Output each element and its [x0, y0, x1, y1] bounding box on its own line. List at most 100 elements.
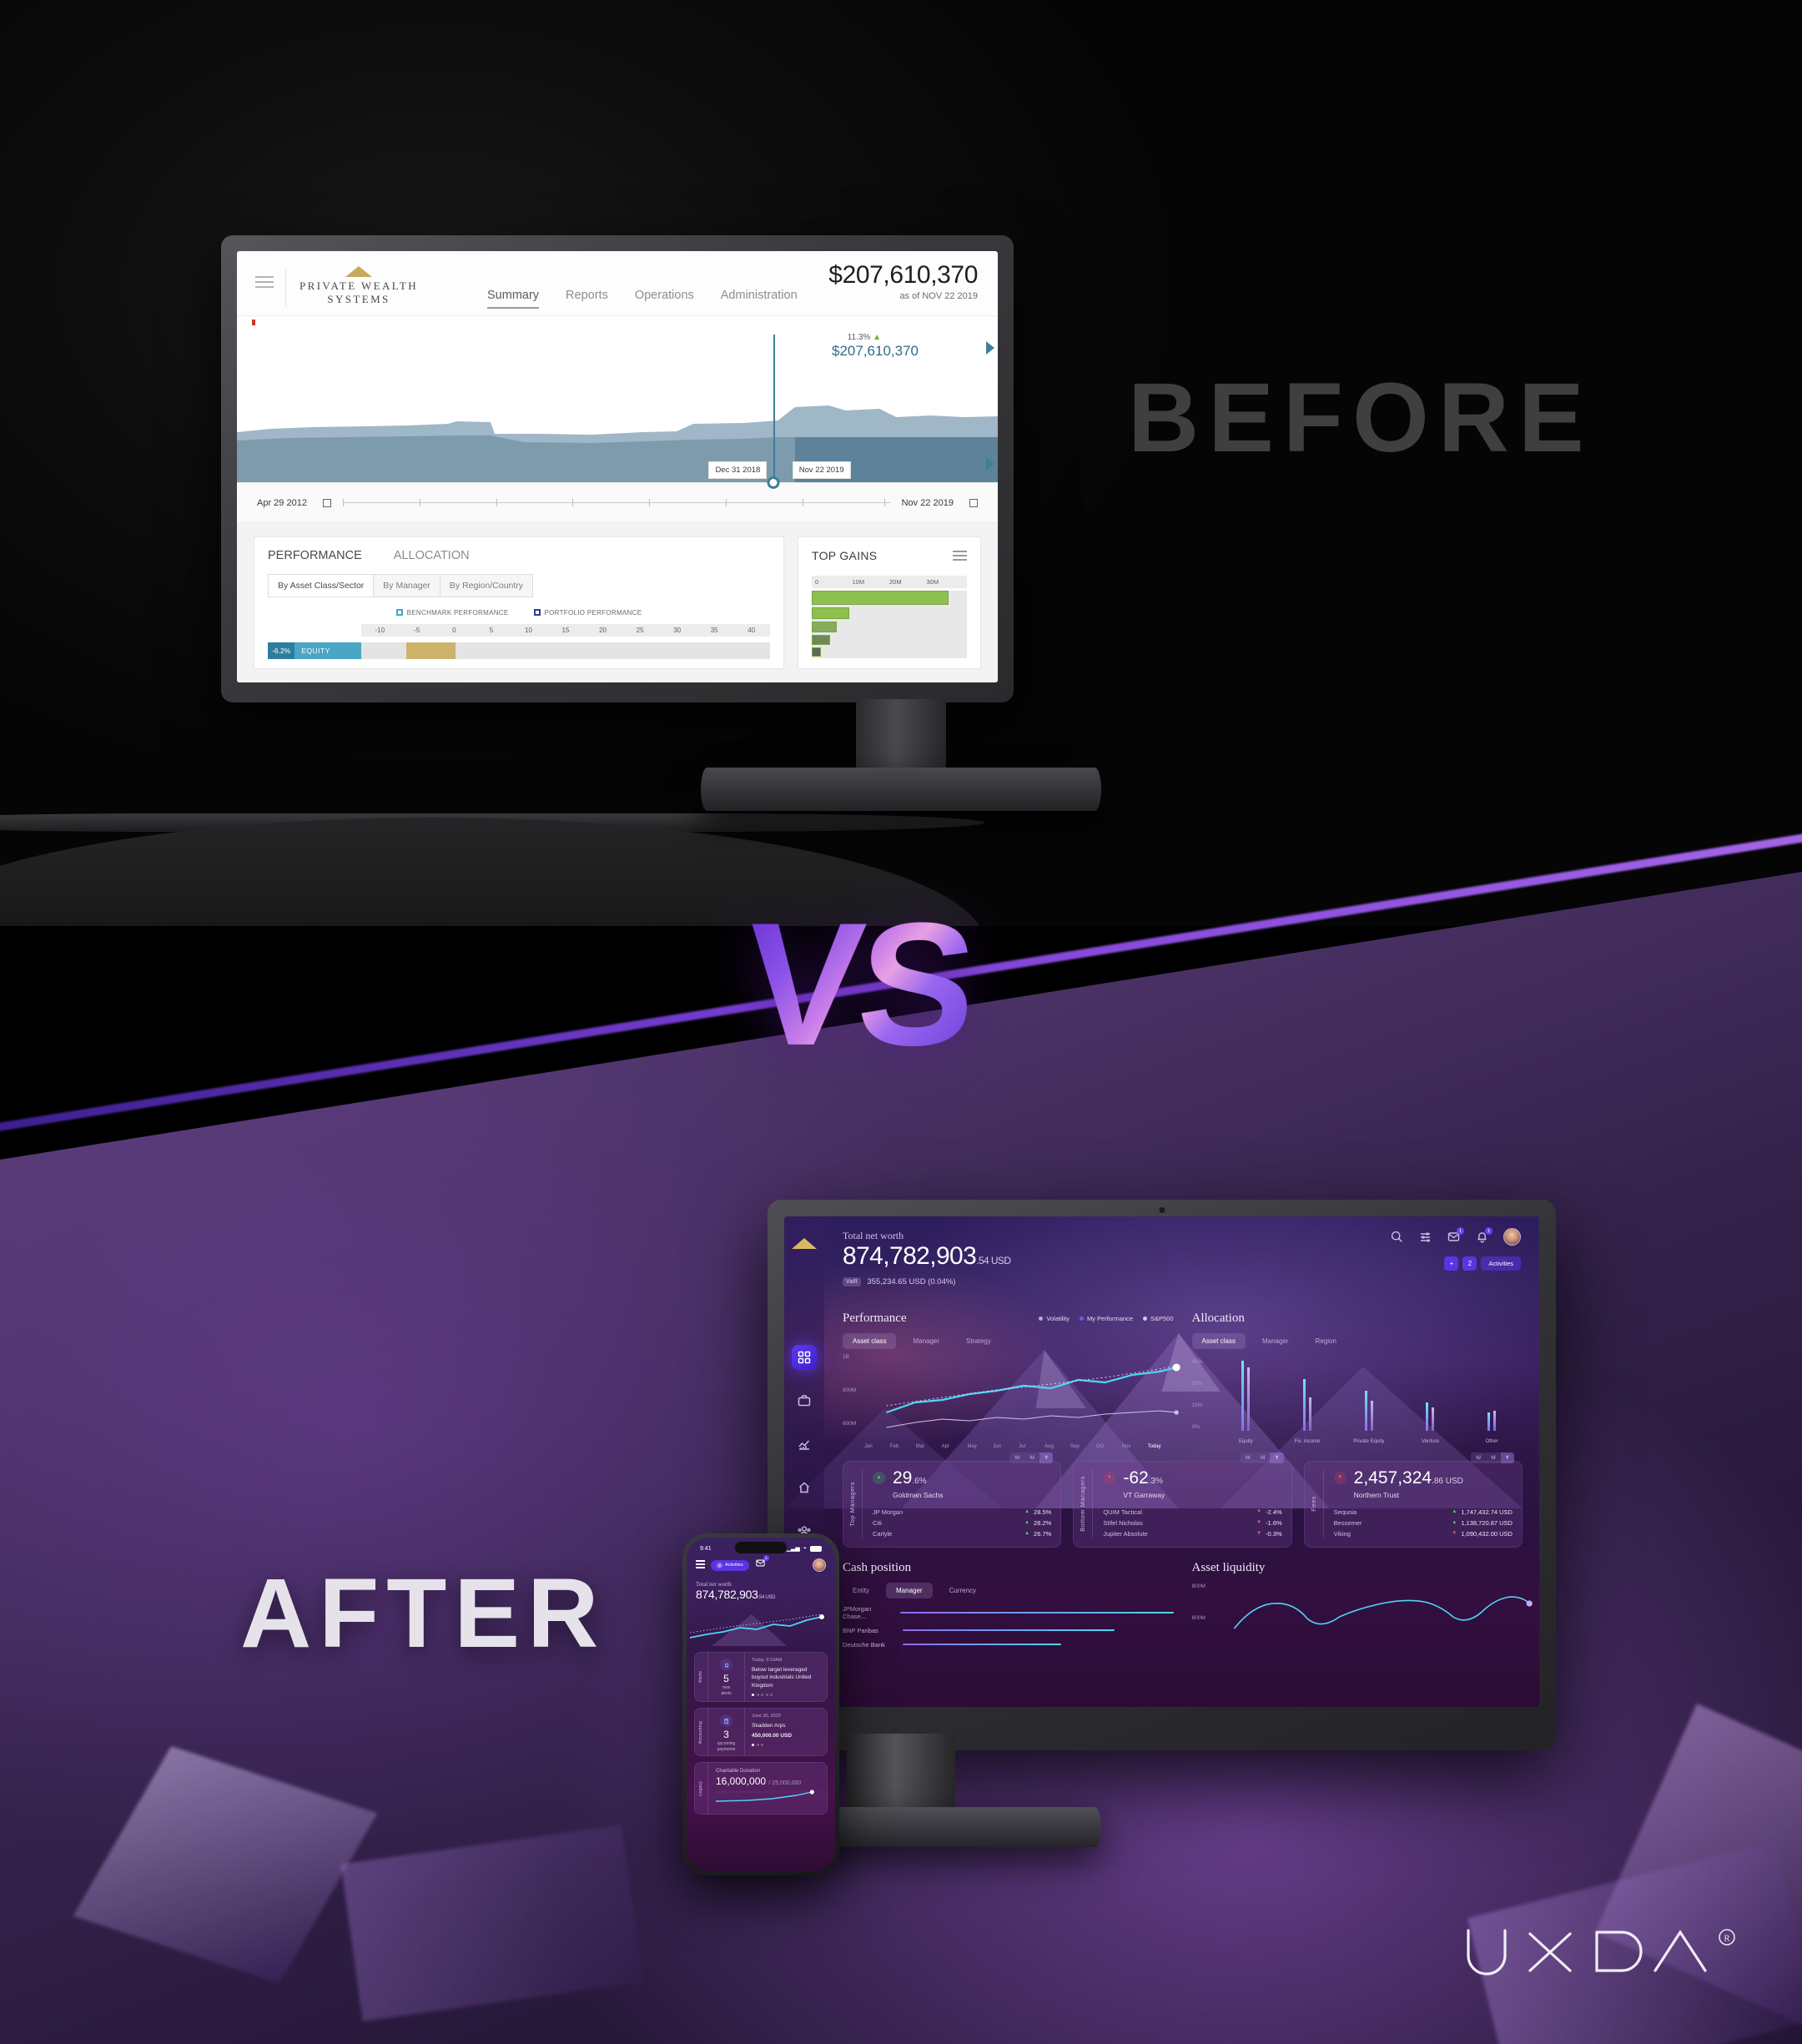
tab-cash-manager[interactable]: Manager: [886, 1582, 933, 1598]
tab-asset-class[interactable]: Asset class: [843, 1332, 897, 1349]
range-w[interactable]: W: [1240, 1452, 1256, 1463]
legend-sp500[interactable]: S&P500: [1142, 1315, 1174, 1322]
sidebar-item-analytics[interactable]: [792, 1432, 817, 1457]
fees-card[interactable]: W M Y Fees ▼ 2,457,324.86 USD Northern T…: [1303, 1452, 1523, 1548]
tab-strategy[interactable]: Strategy: [956, 1333, 1001, 1349]
range-m[interactable]: M: [1024, 1452, 1039, 1463]
legend-volatility[interactable]: Volatility: [1039, 1315, 1070, 1322]
list-item[interactable]: Viking ▼ 1,090,432.00 USD: [1334, 1528, 1513, 1539]
seg-by-asset-class[interactable]: By Asset Class/Sector: [269, 575, 375, 597]
chevron-up-gold-icon[interactable]: [792, 1238, 817, 1249]
phone-performance-chart[interactable]: [687, 1603, 835, 1646]
allocation-x-axis: Equity Fix. income Private Equity Ventur…: [1239, 1438, 1498, 1444]
tab-alloc-region[interactable]: Region: [1306, 1333, 1346, 1349]
list-item[interactable]: BNP Paribas: [843, 1627, 1174, 1634]
list-item[interactable]: Deutsche Bank: [843, 1641, 1174, 1649]
seg-by-manager[interactable]: By Manager: [374, 575, 440, 597]
mail-icon[interactable]: 1: [755, 1555, 769, 1573]
filter-icon[interactable]: [1418, 1230, 1432, 1244]
list-item[interactable]: JPMorgan Chase...: [843, 1605, 1174, 1620]
legend-benchmark[interactable]: BENCHMARK PERFORMANCE: [395, 609, 509, 617]
sidebar-item-dashboard[interactable]: [792, 1345, 817, 1370]
list-item[interactable]: [812, 622, 837, 632]
nav-summary[interactable]: Summary: [487, 289, 540, 309]
list-item[interactable]: [812, 635, 831, 645]
trend-up-icon: ▲: [1452, 1509, 1457, 1514]
accounting-card[interactable]: Accounting 3 upcoming payments June 30, …: [694, 1708, 828, 1757]
add-button[interactable]: +: [1444, 1256, 1459, 1271]
tab-alloc-manager[interactable]: Manager: [1252, 1333, 1299, 1349]
tab-entity[interactable]: Entity: [843, 1583, 879, 1598]
tab-currency[interactable]: Currency: [939, 1583, 986, 1598]
legacy-card[interactable]: Legacy Charitable Donation 16,000,000 / …: [694, 1762, 828, 1815]
calendar-icon-2[interactable]: [969, 498, 978, 507]
hamburger-icon[interactable]: [255, 276, 274, 291]
top-managers-card[interactable]: W M Y Top Managers ▲ 29.6% Goldman Sachs: [843, 1452, 1062, 1548]
tab-allocation[interactable]: ALLOCATION: [394, 549, 470, 562]
mail-icon[interactable]: 1: [1447, 1227, 1464, 1244]
manager-cards-row: W M Y Top Managers ▲ 29.6% Goldman Sachs: [843, 1452, 1523, 1548]
avatar[interactable]: [1503, 1228, 1521, 1246]
chart-cursor-handle[interactable]: [767, 476, 780, 489]
activities-button[interactable]: 2 Activities: [711, 1559, 749, 1571]
seg-by-region[interactable]: By Region/Country: [440, 575, 533, 597]
range-w[interactable]: W: [1471, 1452, 1487, 1463]
list-item[interactable]: QUIM Tactical ▼ -2.4%: [1103, 1507, 1281, 1518]
list-item[interactable]: Bessemer ▲ 1,138,720.87 USD: [1334, 1518, 1513, 1528]
pagination-dots[interactable]: [752, 1694, 821, 1697]
list-item[interactable]: Jupiter Absolute ▼ -0.3%: [1103, 1528, 1281, 1539]
list-item[interactable]: [812, 591, 949, 605]
nav-operations[interactable]: Operations: [635, 289, 694, 309]
list-item[interactable]: Stifel Nicholas ▼ -1.6%: [1103, 1518, 1281, 1528]
range-m[interactable]: M: [1255, 1452, 1271, 1463]
range-y[interactable]: Y: [1270, 1452, 1284, 1463]
hamburger-icon[interactable]: [953, 551, 967, 563]
range-m[interactable]: M: [1486, 1452, 1501, 1463]
range-end-label[interactable]: Nov 22 2019: [902, 498, 954, 508]
legend-my-performance[interactable]: My Performance: [1079, 1315, 1133, 1322]
notification-icon[interactable]: 1: [1475, 1227, 1492, 1244]
activities-count-badge[interactable]: 2: [1462, 1256, 1477, 1271]
asset-liquidity-chart[interactable]: 800M 600M: [1192, 1582, 1533, 1634]
range-start-label[interactable]: Apr 29 2012: [257, 498, 307, 508]
activities-row: + 2 Activities: [1444, 1256, 1521, 1271]
nav-reports[interactable]: Reports: [566, 289, 608, 309]
list-item[interactable]: Carlyle ▲ 26.7%: [873, 1528, 1051, 1539]
chart-scroll-right-icon-2[interactable]: [986, 457, 994, 471]
tab-manager[interactable]: Manager: [903, 1333, 949, 1349]
pagination-dots[interactable]: [752, 1744, 821, 1747]
allocation-chart[interactable]: 45% 30% 15% 0% Equity Fix. income Privat…: [1192, 1354, 1523, 1446]
avatar[interactable]: [813, 1558, 826, 1572]
pws-logo: PRIVATE WEALTH SYSTEMS: [299, 266, 418, 307]
date-range-slider[interactable]: Apr 29 2012 Nov 22 2019: [237, 483, 998, 523]
activities-button[interactable]: Activities: [1481, 1256, 1521, 1271]
nav-administration[interactable]: Administration: [721, 289, 798, 309]
bottom-managers-card[interactable]: W M Y Bottom Managers ▼ -62.3% VT Garraw…: [1073, 1452, 1292, 1548]
total-value: $207,610,370: [828, 261, 978, 289]
range-y[interactable]: Y: [1039, 1452, 1054, 1463]
performance-x-axis: Jan Feb Mar Apr May Jun Jul Aug Sep Oct Nov To…: [864, 1443, 1161, 1449]
slider-track[interactable]: [342, 499, 890, 506]
list-item[interactable]: [812, 647, 822, 657]
legacy-area-chart[interactable]: 11.3% ▲ $207,610,370 Dec 31 2018 Nov 22 …: [237, 316, 998, 489]
chart-cursor[interactable]: [773, 335, 775, 482]
list-item[interactable]: Citi ▲ 28.2%: [873, 1518, 1051, 1528]
table-row[interactable]: -6.2% EQUITY: [268, 642, 770, 659]
hamburger-icon[interactable]: [696, 1560, 705, 1570]
search-icon[interactable]: [1390, 1230, 1404, 1244]
list-item[interactable]: JP Morgan ▲ 28.5%: [873, 1507, 1051, 1518]
calendar-icon[interactable]: [322, 498, 331, 507]
performance-chart[interactable]: 1B 800M 600M Jan Feb Mar Apr May Jun Jul…: [843, 1354, 1180, 1449]
range-y[interactable]: Y: [1500, 1452, 1514, 1463]
sidebar-item-portfolio[interactable]: [792, 1388, 817, 1413]
range-w[interactable]: W: [1009, 1452, 1025, 1463]
list-item[interactable]: Sequoia ▲ 1,747,432.74 USD: [1334, 1507, 1513, 1518]
sidebar-item-home[interactable]: [792, 1475, 817, 1500]
tab-performance[interactable]: PERFORMANCE: [268, 549, 362, 562]
alerts-card[interactable]: Alerts 5 new alerts Today, 9:10AM Below …: [694, 1652, 828, 1703]
y-tick: 600M: [843, 1420, 857, 1427]
list-item[interactable]: [812, 607, 849, 619]
chart-scroll-right-icon[interactable]: [986, 341, 994, 355]
tab-alloc-asset-class[interactable]: Asset class: [1191, 1332, 1246, 1349]
legend-portfolio[interactable]: PORTFOLIO PERFORMANCE: [533, 609, 642, 617]
